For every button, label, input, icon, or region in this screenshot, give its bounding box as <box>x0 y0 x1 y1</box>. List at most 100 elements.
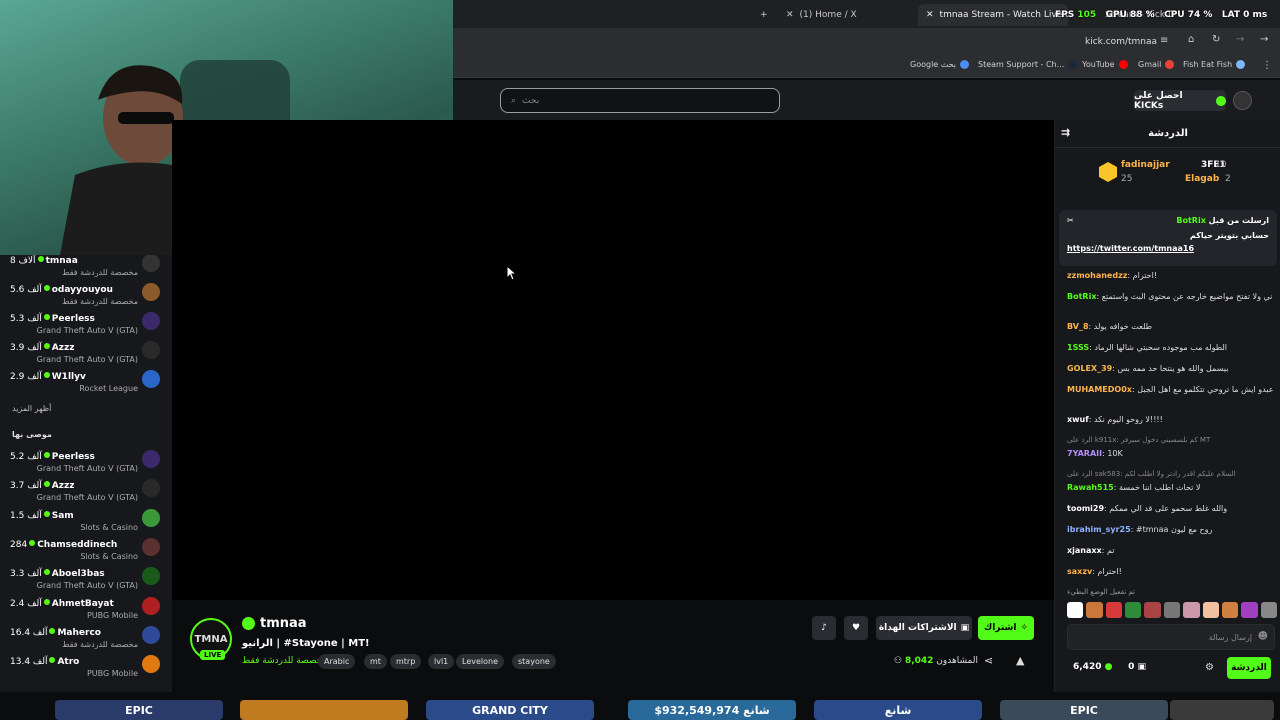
tag[interactable]: Levelone <box>456 654 505 669</box>
emoji-icon[interactable]: ☻ <box>1258 631 1268 642</box>
follow-button[interactable]: ♥ <box>844 616 868 640</box>
sidebar-channel[interactable]: 16.4 آلف Maherco مخصصة للدردشة فقط <box>10 625 160 654</box>
pin-icon[interactable]: ✂ <box>1067 216 1074 225</box>
chat-username[interactable]: xjanaxx <box>1067 546 1102 555</box>
apps-grid-icon[interactable]: ⋮ <box>1262 60 1272 71</box>
show-more-link[interactable]: أظهر المزيد <box>12 404 51 413</box>
chat-username[interactable]: 7YARAII <box>1067 449 1102 458</box>
live-dot-icon <box>43 285 50 291</box>
close-icon[interactable]: ✕ <box>786 10 794 20</box>
search-input[interactable]: ⌕ بحث <box>500 88 780 113</box>
reload-icon[interactable]: ↻ <box>1212 34 1220 45</box>
sidebar-channel[interactable]: 13.4 آلف Atro PUBG Mobile <box>10 655 160 683</box>
chat-reply-context[interactable]: الرد على k911x: كم بلسسيني دخول سيرفر MT <box>1067 435 1273 446</box>
channel-name: 8 آلاف tmnaa <box>10 256 78 266</box>
emote-icon[interactable] <box>1144 602 1161 618</box>
stream-category[interactable]: مخصصة للدردشة فقط <box>242 656 327 666</box>
gifter-name[interactable]: fadinajjar <box>1121 160 1170 170</box>
sidebar-channel[interactable]: 1.5 آلف Sam Slots & Casino <box>10 508 160 537</box>
chat-settings-icon[interactable]: ⚙ <box>1205 662 1214 673</box>
tag[interactable]: mtrp <box>390 654 422 669</box>
channel-category: مخصصة للدردشة فقط <box>62 297 138 306</box>
channel-category: Grand Theft Auto V (GTA) <box>36 464 138 473</box>
bookmark-steam[interactable]: Steam Support - Ch... <box>978 60 1078 69</box>
stream-thumbnail[interactable]: GRAND CITY <box>426 700 594 720</box>
stream-thumbnail[interactable]: EPIC <box>55 700 223 720</box>
chat-send-button[interactable]: الدردشة <box>1227 657 1271 679</box>
tag[interactable]: stayone <box>512 654 556 669</box>
gift-subs-button[interactable]: الاشتراكات الهداة ▣ <box>876 616 972 640</box>
notifications-button[interactable]: ♪ <box>812 616 836 640</box>
emote-icon[interactable] <box>1163 602 1181 618</box>
chat-input[interactable]: إرسال رسالة ☻ <box>1067 624 1275 650</box>
sidebar-channel[interactable]: 5.3 آلف Peerless Grand Theft Auto V (GTA) <box>10 312 160 340</box>
url-field[interactable]: kick.com/tmnaa <box>1085 37 1157 47</box>
share-icon[interactable]: ⋖ <box>984 654 993 667</box>
tab-home-x[interactable]: ✕ (1) Home / X <box>786 4 857 26</box>
sidebar-channel[interactable]: 2.4 آلف AhmetBayat PUBG Mobile <box>10 596 160 625</box>
stream-thumbnail[interactable]: EPIC <box>1000 700 1168 720</box>
emote-icon[interactable] <box>1221 602 1239 618</box>
chat-username[interactable]: toomi29 <box>1067 504 1104 513</box>
tag[interactable]: lvl1 <box>428 654 455 669</box>
get-kicks-button[interactable]: احصل على KICKs <box>1134 90 1226 111</box>
sidebar-channel[interactable]: 2.9 آلف W1llyv Rocket League <box>10 370 160 398</box>
channel-avatar <box>142 625 160 644</box>
chat-text: بيسمل والله هو ينتحا حد ممه بس <box>1117 364 1229 373</box>
home-icon[interactable]: ⌂ <box>1188 34 1194 45</box>
emote-icon[interactable] <box>1067 602 1084 618</box>
back-icon[interactable]: → <box>1260 34 1268 45</box>
chat-username[interactable]: saxzv <box>1067 567 1092 576</box>
stream-thumbnail[interactable] <box>1170 700 1274 720</box>
sidebar-channel[interactable]: 5.2 آلف Peerless Grand Theft Auto V (GTA) <box>10 450 160 478</box>
sidebar-channel[interactable]: 3.9 آلف Azzz Grand Theft Auto V (GTA) <box>10 341 160 369</box>
sidebar-channel[interactable]: 3.3 آلف Aboel3bas Grand Theft Auto V (GTA) <box>10 567 160 595</box>
emote-icon[interactable] <box>1202 602 1219 618</box>
chat-username[interactable]: xwuf <box>1067 415 1089 424</box>
sidebar-channel[interactable]: 5.6 آلف odayyouyou مخصصة للدردشة فقط <box>10 283 160 311</box>
stream-thumbnail[interactable] <box>240 700 408 720</box>
stream-thumbnail[interactable]: شانع <box>814 700 982 720</box>
bookmark-gmail[interactable]: Gmail <box>1138 60 1175 69</box>
tag[interactable]: Arabic <box>318 654 356 669</box>
channel-category: Grand Theft Auto V (GTA) <box>36 581 138 591</box>
bookmark-youtube[interactable]: YouTube <box>1082 60 1128 69</box>
emote-icon[interactable] <box>1125 602 1142 618</box>
tab-kick-stream[interactable]: ✕ tmnaa Stream - Watch Live on <box>918 4 1068 26</box>
emote-icon[interactable] <box>1183 602 1200 618</box>
video-player[interactable] <box>172 120 1054 600</box>
tag[interactable]: mt <box>364 654 387 669</box>
emote-icon[interactable] <box>1086 602 1103 618</box>
emote-icon[interactable] <box>1260 602 1277 618</box>
user-avatar[interactable] <box>1233 91 1252 110</box>
emote-icon[interactable] <box>1105 602 1123 618</box>
bookmark-fish-eat-fish[interactable]: Fish Eat Fish <box>1183 60 1246 69</box>
chat-username[interactable]: GOLEX_39 <box>1067 364 1112 373</box>
subscribe-button[interactable]: اشتراك ✧ <box>978 616 1034 640</box>
forward-icon[interactable]: → <box>1236 34 1244 45</box>
collapse-chat-icon[interactable]: ⇉ <box>1061 126 1070 139</box>
chat-username[interactable]: MUHAMEDO0x <box>1067 385 1132 394</box>
chat-username[interactable]: ibrahim_syr25 <box>1067 525 1131 534</box>
chat-username[interactable]: zzmohanedzz <box>1067 271 1127 280</box>
channel-name: 3.9 آلف Azzz <box>10 343 75 353</box>
stream-thumbnail[interactable]: $932,549,974 شانع <box>628 700 796 720</box>
chat-reply-context[interactable]: الرد على sak583: السلام عليكم اقدر رادتر… <box>1067 469 1273 480</box>
chat-username[interactable]: Rawah515 <box>1067 483 1114 492</box>
sidebar-channel[interactable]: 3.7 آلف Azzz Grand Theft Auto V (GTA) <box>10 479 160 507</box>
recommended-thumbnails: EPIC GRAND CITY $932,549,974 شانع شانع EPIC <box>0 692 1280 720</box>
pinned-link[interactable]: https://twitter.com/tmnaa16 <box>1067 244 1269 253</box>
sidebar-channel[interactable]: 284 Chamseddinech Slots & Casino <box>10 537 160 566</box>
chat-username[interactable]: 1SSS <box>1067 343 1089 352</box>
chat-username[interactable]: BV_8 <box>1067 322 1089 331</box>
tune-icon[interactable]: ≡ <box>1160 35 1168 46</box>
streamer-name[interactable]: tmnaa <box>260 616 307 631</box>
chat-username[interactable]: BotRix <box>1067 292 1096 301</box>
new-tab-button[interactable]: + <box>760 4 768 26</box>
channel-name: 2.9 آلف W1llyv <box>10 372 86 382</box>
bookmark-google[interactable]: Google بحث <box>910 60 970 69</box>
sidebar-channel[interactable]: 8 آلاف tmnaa مخصصة للدردشة فقط <box>10 254 160 282</box>
report-icon[interactable]: ▲ <box>1016 654 1024 667</box>
emote-icon[interactable] <box>1241 602 1258 618</box>
gifter-name[interactable]: Elagab <box>1185 174 1219 184</box>
